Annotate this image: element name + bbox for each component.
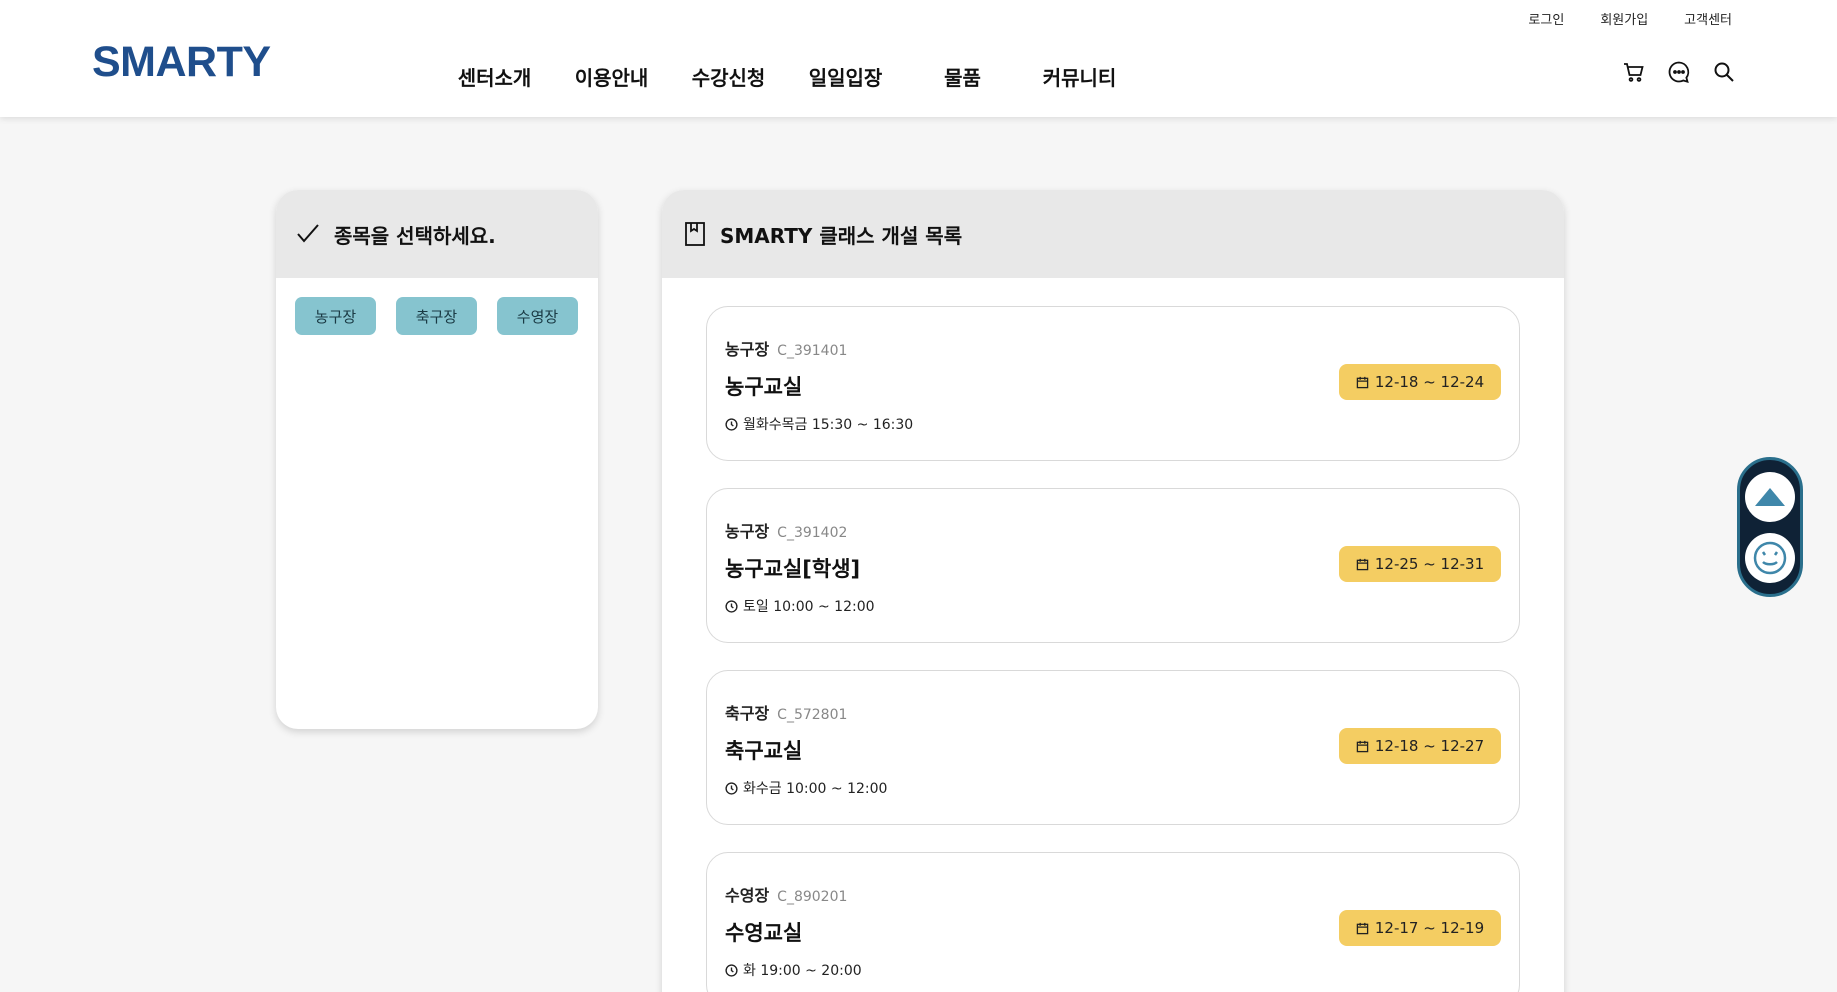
clock-icon — [725, 417, 738, 431]
class-period-text: 12-17 ~ 12-19 — [1374, 919, 1485, 937]
class-title: 농구교실 — [725, 375, 803, 399]
header-icons — [1620, 58, 1737, 85]
class-code: C_572801 — [777, 707, 848, 723]
nav-item-center-intro[interactable]: 센터소개 — [436, 62, 553, 91]
sport-select-panel: 종목을 선택하세요. 농구장 축구장 수영장 — [276, 190, 598, 729]
class-category: 수영장 C_890201 — [725, 882, 847, 906]
class-period-text: 12-18 ~ 12-24 — [1374, 373, 1485, 391]
class-category-label: 농구장 — [725, 340, 770, 359]
class-category-label: 수영장 — [725, 886, 770, 905]
class-schedule: 토일 10:00 ~ 12:00 — [725, 596, 875, 616]
utility-links: 로그인 회원가입 고객센터 — [1528, 9, 1732, 28]
sport-chip-list: 농구장 축구장 수영장 — [276, 278, 598, 354]
calendar-icon — [1356, 922, 1369, 934]
class-category: 농구장 C_391402 — [725, 518, 847, 542]
sport-chip-swimming[interactable]: 수영장 — [497, 297, 578, 335]
class-category-label: 농구장 — [725, 522, 770, 541]
class-schedule: 화수금 10:00 ~ 12:00 — [725, 778, 887, 798]
class-schedule-text: 화 19:00 ~ 20:00 — [743, 963, 862, 979]
customer-center-link[interactable]: 고객센터 — [1684, 9, 1732, 28]
nav-item-usage-guide[interactable]: 이용안내 — [553, 62, 670, 91]
scroll-top-button[interactable] — [1745, 471, 1795, 522]
class-card[interactable]: 축구장 C_572801 축구교실 화수금 10:00 ~ 12:00 12-18… — [706, 670, 1520, 825]
calendar-icon — [1356, 376, 1369, 388]
login-link[interactable]: 로그인 — [1528, 9, 1564, 28]
class-category: 축구장 C_572801 — [725, 700, 847, 724]
class-card[interactable]: 농구장 C_391402 농구교실[학생] 토일 10:00 ~ 12:00 12… — [706, 488, 1520, 643]
nav-item-goods[interactable]: 물품 — [904, 62, 1021, 91]
class-schedule-text: 월화수목금 15:30 ~ 16:30 — [743, 417, 914, 433]
class-period-badge: 12-25 ~ 12-31 — [1339, 546, 1501, 582]
nav-item-enrollment[interactable]: 수강신청 — [670, 62, 787, 91]
clock-icon — [725, 963, 738, 977]
cart-icon[interactable] — [1620, 58, 1647, 85]
class-category-label: 축구장 — [725, 704, 770, 723]
class-title: 축구교실 — [725, 739, 803, 763]
class-code: C_890201 — [777, 889, 848, 905]
site-logo[interactable]: SMARTY — [92, 38, 271, 87]
clock-icon — [725, 781, 738, 795]
class-period-text: 12-25 ~ 12-31 — [1374, 555, 1485, 573]
class-schedule: 월화수목금 15:30 ~ 16:30 — [725, 414, 913, 434]
class-schedule: 화 19:00 ~ 20:00 — [725, 960, 862, 980]
class-list-title: SMARTY 클래스 개설 목록 — [720, 223, 963, 248]
class-list-panel: SMARTY 클래스 개설 목록 농구장 C_391401 농구교실 월화수목금 … — [662, 190, 1564, 992]
checkmark-icon — [296, 223, 320, 245]
chatbot-button[interactable] — [1745, 532, 1795, 583]
class-card[interactable]: 농구장 C_391401 농구교실 월화수목금 15:30 ~ 16:30 12-… — [706, 306, 1520, 461]
class-period-text: 12-18 ~ 12-27 — [1374, 737, 1485, 755]
chatbot-face-icon — [1753, 541, 1787, 574]
calendar-icon — [1356, 740, 1369, 752]
class-period-badge: 12-18 ~ 12-27 — [1339, 728, 1501, 764]
class-card[interactable]: 수영장 C_890201 수영교실 화 19:00 ~ 20:00 12-17 ~… — [706, 852, 1520, 992]
class-period-badge: 12-18 ~ 12-24 — [1339, 364, 1501, 400]
class-schedule-text: 토일 10:00 ~ 12:00 — [743, 599, 875, 615]
class-code: C_391401 — [777, 343, 848, 359]
main-nav: 센터소개 이용안내 수강신청 일일입장 물품 커뮤니티 — [436, 62, 1138, 91]
class-list-header: SMARTY 클래스 개설 목록 — [662, 190, 1564, 278]
sport-select-title: 종목을 선택하세요. — [334, 223, 496, 248]
signup-link[interactable]: 회원가입 — [1600, 9, 1648, 28]
chat-icon[interactable] — [1665, 58, 1692, 85]
floating-quick-menu — [1737, 457, 1803, 597]
nav-item-community[interactable]: 커뮤니티 — [1021, 62, 1138, 91]
class-code: C_391402 — [777, 525, 848, 541]
class-period-badge: 12-17 ~ 12-19 — [1339, 910, 1501, 946]
sport-select-header: 종목을 선택하세요. — [276, 190, 598, 278]
class-title: 수영교실 — [725, 921, 803, 945]
calendar-icon — [1356, 558, 1369, 570]
search-icon[interactable] — [1710, 58, 1737, 85]
sport-chip-basketball[interactable]: 농구장 — [295, 297, 376, 335]
bookmark-icon — [684, 221, 706, 247]
class-category: 농구장 C_391401 — [725, 336, 847, 360]
nav-item-daily-entry[interactable]: 일일입장 — [787, 62, 904, 91]
site-header: 로그인 회원가입 고객센터 SMARTY 센터소개 이용안내 수강신청 일일입장… — [0, 0, 1837, 117]
class-schedule-text: 화수금 10:00 ~ 12:00 — [743, 781, 888, 797]
arrow-up-icon — [1755, 487, 1785, 506]
clock-icon — [725, 599, 738, 613]
class-title: 농구교실[학생] — [725, 557, 861, 581]
sport-chip-soccer[interactable]: 축구장 — [396, 297, 477, 335]
